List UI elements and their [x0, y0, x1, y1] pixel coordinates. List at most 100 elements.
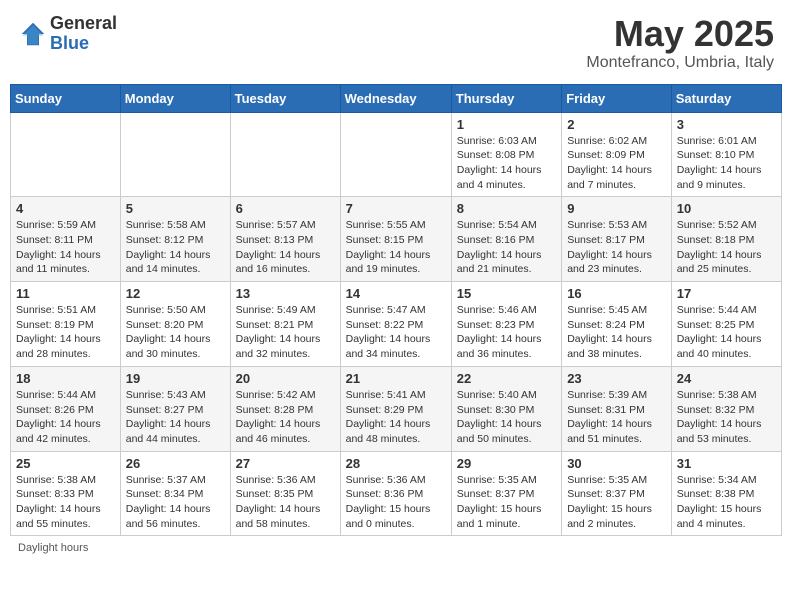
day-info: Sunrise: 5:53 AM Sunset: 8:17 PM Dayligh…: [567, 218, 666, 277]
calendar-cell: 23Sunrise: 5:39 AM Sunset: 8:31 PM Dayli…: [562, 366, 672, 451]
day-info: Sunrise: 6:01 AM Sunset: 8:10 PM Dayligh…: [677, 134, 776, 193]
calendar-cell: 25 Sunrise: 5:38 AM Sunset: 8:33 PM Dayli…: [11, 451, 121, 536]
day-number: 26: [126, 456, 225, 471]
day-info: Sunrise: 5:35 AM Sunset: 8:37 PM Dayligh…: [567, 473, 666, 532]
calendar-cell: 6 Sunrise: 5:57 AM Sunset: 8:13 PM Daylig…: [230, 197, 340, 282]
day-info: Sunrise: 5:57 AM Sunset: 8:13 PM Dayligh…: [236, 218, 335, 277]
calendar-cell: 16 Sunrise: 5:45 AM Sunset: 8:24 PM Dayli…: [562, 282, 672, 367]
day-info: Sunrise: 5:49 AM Sunset: 8:21 PM Dayligh…: [236, 303, 335, 362]
weekday-header-tuesday: Tuesday: [230, 84, 340, 112]
calendar-week-row: 1Sunrise: 6:03 AM Sunset: 8:08 PM Daylig…: [11, 112, 782, 197]
day-info: Sunrise: 5:51 AM Sunset: 8:19 PM Dayligh…: [16, 303, 115, 362]
day-info: Sunrise: 5:38 AM Sunset: 8:33 PM Dayligh…: [16, 473, 115, 532]
day-number: 29: [457, 456, 556, 471]
day-number: 20: [236, 371, 335, 386]
day-number: 18: [16, 371, 115, 386]
calendar-cell: 4 Sunrise: 5:59 AM Sunset: 8:11 PM Daylig…: [11, 197, 121, 282]
page-header: General Blue May 2025 Montefranco, Umbri…: [10, 10, 782, 76]
day-info: Sunrise: 6:03 AM Sunset: 8:08 PM Dayligh…: [457, 134, 556, 193]
day-number: 17: [677, 286, 776, 301]
day-number: 15: [457, 286, 556, 301]
day-number: 13: [236, 286, 335, 301]
title-block: May 2025 Montefranco, Umbria, Italy: [586, 14, 774, 72]
day-info: Sunrise: 5:44 AM Sunset: 8:26 PM Dayligh…: [16, 388, 115, 447]
day-number: 19: [126, 371, 225, 386]
day-number: 3: [677, 117, 776, 132]
day-info: Sunrise: 5:55 AM Sunset: 8:15 PM Dayligh…: [346, 218, 446, 277]
day-number: 6: [236, 201, 335, 216]
logo-general-text: General: [50, 14, 117, 34]
calendar-cell: 13 Sunrise: 5:49 AM Sunset: 8:21 PM Dayli…: [230, 282, 340, 367]
calendar-cell: [340, 112, 451, 197]
day-info: Sunrise: 5:36 AM Sunset: 8:36 PM Dayligh…: [346, 473, 446, 532]
calendar-cell: 12Sunrise: 5:50 AM Sunset: 8:20 PM Dayli…: [120, 282, 230, 367]
day-number: 25: [16, 456, 115, 471]
weekday-header-thursday: Thursday: [451, 84, 561, 112]
calendar-cell: 8Sunrise: 5:54 AM Sunset: 8:16 PM Daylig…: [451, 197, 561, 282]
calendar-cell: [230, 112, 340, 197]
day-info: Sunrise: 5:35 AM Sunset: 8:37 PM Dayligh…: [457, 473, 556, 532]
day-info: Sunrise: 5:40 AM Sunset: 8:30 PM Dayligh…: [457, 388, 556, 447]
day-number: 16: [567, 286, 666, 301]
calendar-cell: 2Sunrise: 6:02 AM Sunset: 8:09 PM Daylig…: [562, 112, 672, 197]
calendar-cell: 11 Sunrise: 5:51 AM Sunset: 8:19 PM Dayli…: [11, 282, 121, 367]
day-number: 5: [126, 201, 225, 216]
calendar-cell: 3 Sunrise: 6:01 AM Sunset: 8:10 PM Daylig…: [671, 112, 781, 197]
weekday-header-saturday: Saturday: [671, 84, 781, 112]
day-info: Sunrise: 5:59 AM Sunset: 8:11 PM Dayligh…: [16, 218, 115, 277]
day-number: 22: [457, 371, 556, 386]
weekday-header-row: SundayMondayTuesdayWednesdayThursdayFrid…: [11, 84, 782, 112]
day-info: Sunrise: 5:46 AM Sunset: 8:23 PM Dayligh…: [457, 303, 556, 362]
day-info: Sunrise: 5:41 AM Sunset: 8:29 PM Dayligh…: [346, 388, 446, 447]
day-info: Sunrise: 5:34 AM Sunset: 8:38 PM Dayligh…: [677, 473, 776, 532]
calendar-cell: 5 Sunrise: 5:58 AM Sunset: 8:12 PM Daylig…: [120, 197, 230, 282]
day-info: Sunrise: 5:42 AM Sunset: 8:28 PM Dayligh…: [236, 388, 335, 447]
day-info: Sunrise: 5:58 AM Sunset: 8:12 PM Dayligh…: [126, 218, 225, 277]
weekday-header-friday: Friday: [562, 84, 672, 112]
day-number: 21: [346, 371, 446, 386]
day-number: 28: [346, 456, 446, 471]
calendar-cell: [120, 112, 230, 197]
logo-blue-text: Blue: [50, 34, 117, 54]
calendar-cell: 31 Sunrise: 5:34 AM Sunset: 8:38 PM Dayli…: [671, 451, 781, 536]
weekday-header-monday: Monday: [120, 84, 230, 112]
calendar-cell: 7 Sunrise: 5:55 AM Sunset: 8:15 PM Daylig…: [340, 197, 451, 282]
day-info: Sunrise: 5:44 AM Sunset: 8:25 PM Dayligh…: [677, 303, 776, 362]
calendar-cell: 30 Sunrise: 5:35 AM Sunset: 8:37 PM Dayli…: [562, 451, 672, 536]
day-info: Sunrise: 5:45 AM Sunset: 8:24 PM Dayligh…: [567, 303, 666, 362]
calendar-cell: 10Sunrise: 5:52 AM Sunset: 8:18 PM Dayli…: [671, 197, 781, 282]
day-info: Sunrise: 5:38 AM Sunset: 8:32 PM Dayligh…: [677, 388, 776, 447]
calendar-week-row: 18 Sunrise: 5:44 AM Sunset: 8:26 PM Dayli…: [11, 366, 782, 451]
logo-icon: [18, 19, 48, 49]
day-number: 2: [567, 117, 666, 132]
calendar-cell: 22 Sunrise: 5:40 AM Sunset: 8:30 PM Dayli…: [451, 366, 561, 451]
day-info: Sunrise: 5:39 AM Sunset: 8:31 PM Dayligh…: [567, 388, 666, 447]
calendar-cell: 9Sunrise: 5:53 AM Sunset: 8:17 PM Daylig…: [562, 197, 672, 282]
day-info: Sunrise: 5:50 AM Sunset: 8:20 PM Dayligh…: [126, 303, 225, 362]
calendar-cell: 17 Sunrise: 5:44 AM Sunset: 8:25 PM Dayli…: [671, 282, 781, 367]
calendar-cell: 26 Sunrise: 5:37 AM Sunset: 8:34 PM Dayli…: [120, 451, 230, 536]
calendar-table: SundayMondayTuesdayWednesdayThursdayFrid…: [10, 84, 782, 537]
calendar-location: Montefranco, Umbria, Italy: [586, 54, 774, 72]
footer-text: Daylight hours: [10, 542, 782, 554]
calendar-cell: 20 Sunrise: 5:42 AM Sunset: 8:28 PM Dayli…: [230, 366, 340, 451]
calendar-cell: 28 Sunrise: 5:36 AM Sunset: 8:36 PM Dayli…: [340, 451, 451, 536]
day-number: 24: [677, 371, 776, 386]
day-info: Sunrise: 5:36 AM Sunset: 8:35 PM Dayligh…: [236, 473, 335, 532]
calendar-cell: 21 Sunrise: 5:41 AM Sunset: 8:29 PM Dayli…: [340, 366, 451, 451]
calendar-cell: 24 Sunrise: 5:38 AM Sunset: 8:32 PM Dayli…: [671, 366, 781, 451]
day-number: 7: [346, 201, 446, 216]
logo-text: General Blue: [50, 14, 117, 54]
day-number: 31: [677, 456, 776, 471]
calendar-cell: 14Sunrise: 5:47 AM Sunset: 8:22 PM Dayli…: [340, 282, 451, 367]
calendar-cell: [11, 112, 121, 197]
day-info: Sunrise: 5:37 AM Sunset: 8:34 PM Dayligh…: [126, 473, 225, 532]
calendar-week-row: 4 Sunrise: 5:59 AM Sunset: 8:11 PM Daylig…: [11, 197, 782, 282]
day-number: 4: [16, 201, 115, 216]
calendar-cell: 27Sunrise: 5:36 AM Sunset: 8:35 PM Dayli…: [230, 451, 340, 536]
day-number: 30: [567, 456, 666, 471]
weekday-header-wednesday: Wednesday: [340, 84, 451, 112]
calendar-cell: 18 Sunrise: 5:44 AM Sunset: 8:26 PM Dayli…: [11, 366, 121, 451]
calendar-title: May 2025: [586, 14, 774, 54]
day-number: 11: [16, 286, 115, 301]
